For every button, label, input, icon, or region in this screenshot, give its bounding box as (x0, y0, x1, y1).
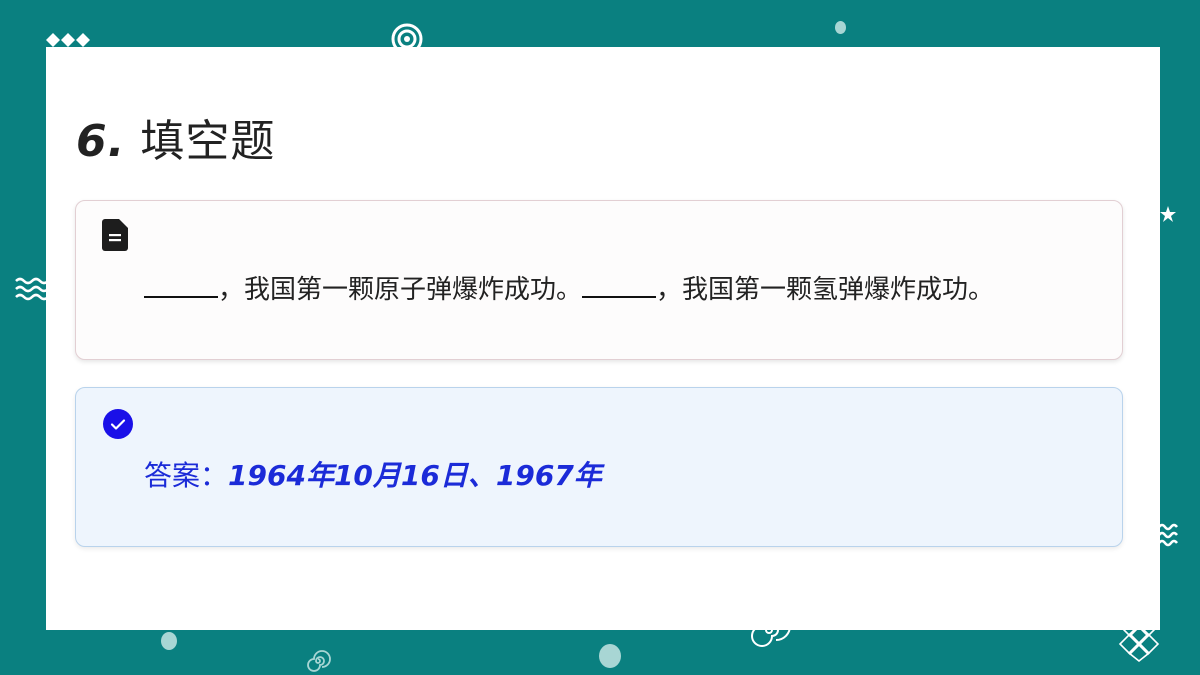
blank-2[interactable] (582, 274, 657, 298)
diamonds-decoration-icon (46, 33, 90, 47)
question-type: 填空题 (140, 116, 276, 167)
question-card: ，我国第一颗原子弹爆炸成功。 ，我国第一颗氢弹爆炸成功。 (75, 200, 1123, 360)
blank-1[interactable] (144, 274, 218, 298)
question-part-1: ，我国第一颗原子弹爆炸成功。 (218, 275, 583, 305)
answer-label: 答案： (144, 459, 229, 492)
star-decoration-icon (1160, 206, 1176, 222)
slide-panel: 6. 填空题 ，我国第一颗原子弹爆炸成功。 ，我国第一颗氢弹爆炸成功。 答案：19… (46, 47, 1160, 630)
question-part-2: ，我国第一颗氢弹爆炸成功。 (656, 275, 995, 305)
waves-decoration-icon (15, 277, 48, 301)
waves-decoration-icon (1158, 523, 1178, 547)
document-icon (102, 219, 128, 251)
question-text: ，我国第一颗原子弹爆炸成功。 ，我国第一颗氢弹爆炸成功。 (144, 269, 994, 306)
spiral-decoration-icon (307, 650, 331, 672)
check-circle-icon (103, 409, 133, 439)
dot-decoration-icon (835, 21, 846, 34)
dot-decoration-icon (599, 644, 621, 668)
slide-title: 6. 填空题 (76, 105, 275, 169)
question-number: 6. (76, 116, 126, 167)
answer-text: 答案：1964年10月16日、1967年 (144, 454, 602, 494)
dot-decoration-icon (161, 632, 177, 650)
answer-value: 1964年10月16日、1967年 (228, 459, 602, 492)
answer-card: 答案：1964年10月16日、1967年 (75, 387, 1123, 547)
